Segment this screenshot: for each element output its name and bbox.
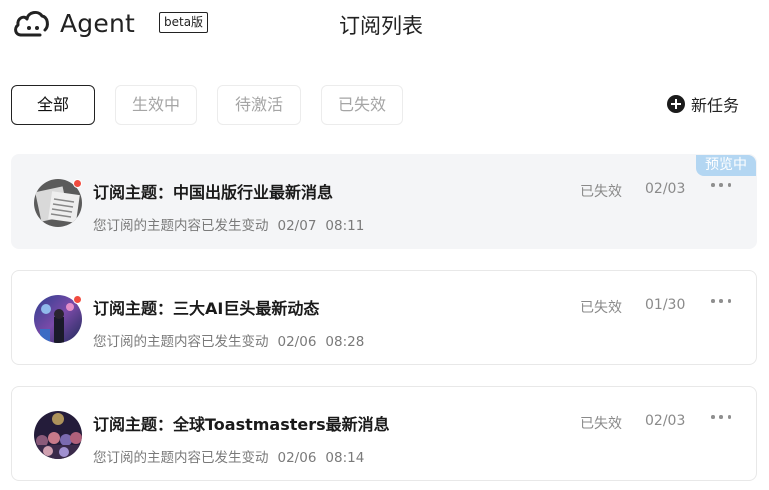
card-subtitle: 您订阅的主题内容已发生变动 02/07 08:11 xyxy=(93,214,373,234)
change-date: 02/06 xyxy=(277,450,317,466)
more-icon[interactable] xyxy=(711,413,731,421)
status-label: 已失效 xyxy=(580,300,622,316)
status-label: 已失效 xyxy=(580,184,622,200)
new-task-label: 新任务 xyxy=(691,96,740,115)
change-time: 08:28 xyxy=(325,334,365,350)
change-date: 02/07 xyxy=(277,218,317,234)
change-time: 08:11 xyxy=(325,218,365,234)
filter-all[interactable]: 全部 xyxy=(11,85,95,125)
card-date: 02/03 xyxy=(645,181,686,197)
card-subtitle: 您订阅的主题内容已发生变动 02/06 08:28 xyxy=(93,330,373,350)
subscription-card[interactable]: 订阅主题：中国出版行业最新消息 您订阅的主题内容已发生变动 02/07 08:11 … xyxy=(11,154,757,249)
subscription-card[interactable]: 订阅主题：三大AI巨头最新动态 您订阅的主题内容已发生变动 02/06 08:28 … xyxy=(11,270,757,365)
card-title: 订阅主题：三大AI巨头最新动态 xyxy=(93,299,320,318)
card-date: 01/30 xyxy=(645,297,686,313)
filter-expired[interactable]: 已失效 xyxy=(321,85,403,125)
change-text: 您订阅的主题内容已发生变动 xyxy=(93,450,269,466)
filter-pending[interactable]: 待激活 xyxy=(217,85,301,125)
preview-badge: 预览中 xyxy=(696,155,756,176)
filter-tabs: 全部 生效中 待激活 已失效 xyxy=(11,85,403,125)
more-icon[interactable] xyxy=(711,181,731,189)
card-date: 02/03 xyxy=(645,413,686,429)
filter-active[interactable]: 生效中 xyxy=(115,85,197,125)
change-text: 您订阅的主题内容已发生变动 xyxy=(93,334,269,350)
subscription-card[interactable]: 订阅主题：全球Toastmasters最新消息 您订阅的主题内容已发生变动 02/… xyxy=(11,386,757,481)
change-time: 08:14 xyxy=(325,450,365,466)
cloud-logo-icon xyxy=(14,10,49,37)
status-label: 已失效 xyxy=(580,416,622,432)
header: Agent beta版 订阅列表 xyxy=(0,0,769,48)
new-task-button[interactable]: 新任务 xyxy=(667,92,739,116)
beta-badge: beta版 xyxy=(159,12,209,33)
unread-dot xyxy=(73,295,82,304)
brand-name: Agent xyxy=(60,8,135,38)
crowd-avatar xyxy=(34,411,82,459)
card-subtitle: 您订阅的主题内容已发生变动 02/06 08:14 xyxy=(93,446,373,466)
card-title: 订阅主题：全球Toastmasters最新消息 xyxy=(93,415,390,434)
change-date: 02/06 xyxy=(277,334,317,350)
page-title: 订阅列表 xyxy=(339,14,423,38)
card-title: 订阅主题：中国出版行业最新消息 xyxy=(93,183,334,202)
unread-dot xyxy=(73,179,82,188)
logo[interactable]: Agent xyxy=(12,8,135,38)
change-text: 您订阅的主题内容已发生变动 xyxy=(93,218,269,234)
more-icon[interactable] xyxy=(711,297,731,305)
plus-circle-icon xyxy=(667,95,685,113)
